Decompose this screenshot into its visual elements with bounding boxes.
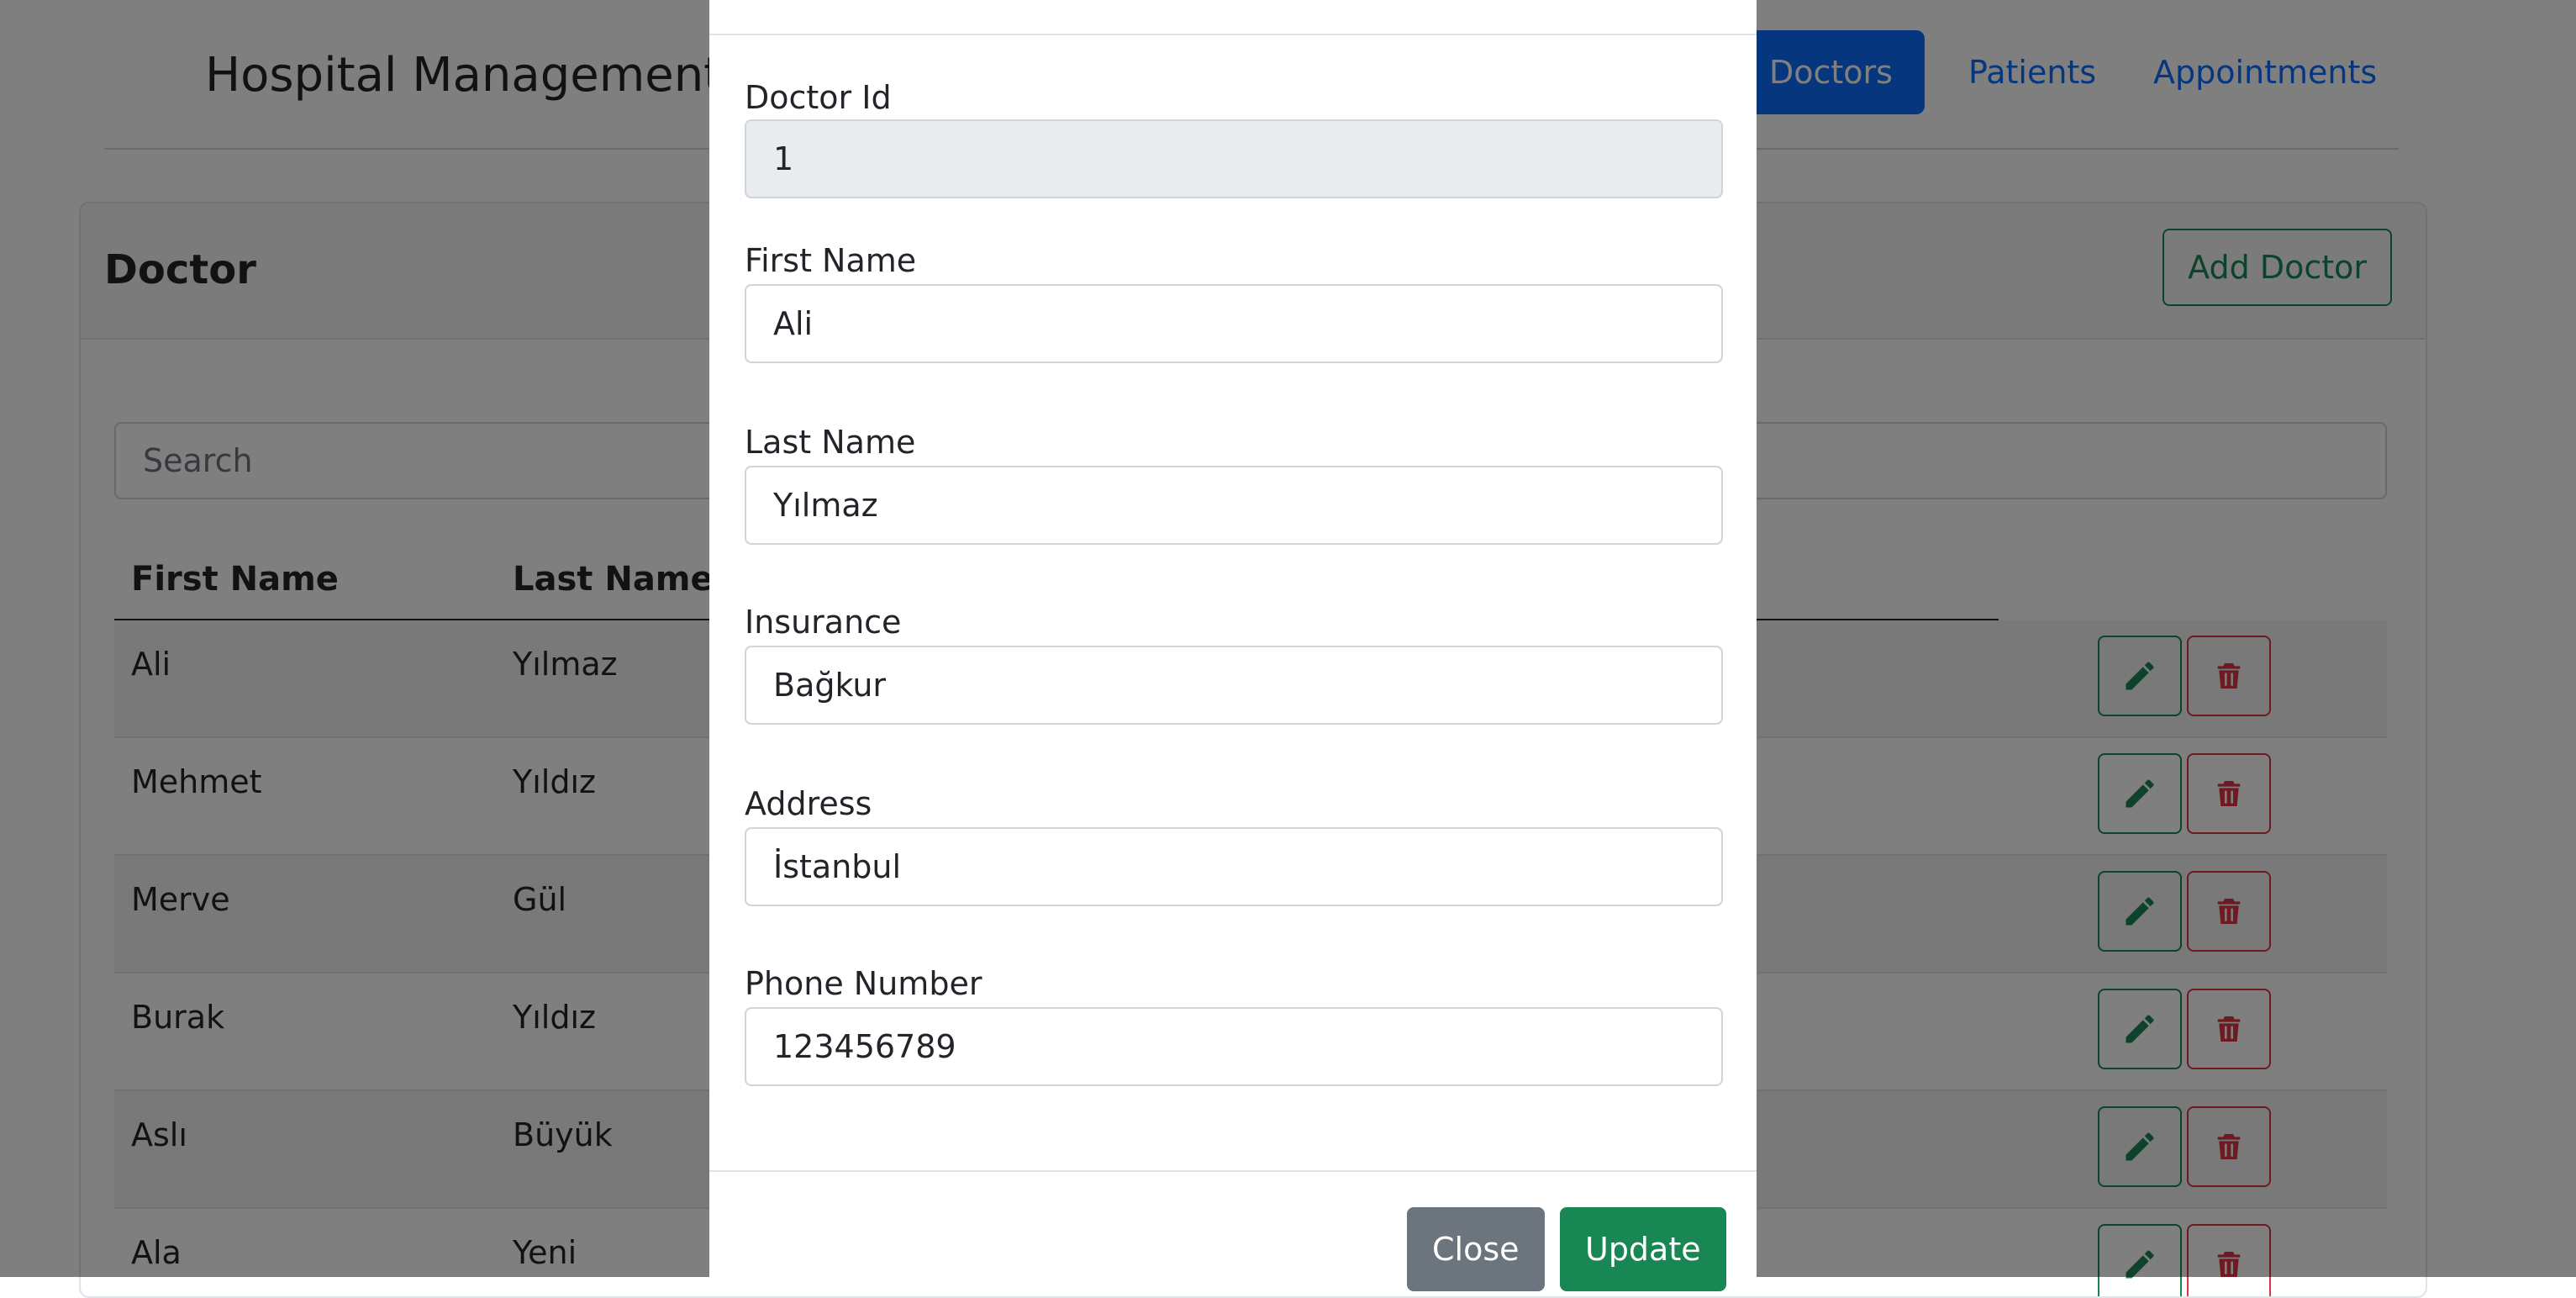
first-name-label: First Name <box>745 242 917 279</box>
first-name-field[interactable] <box>745 284 1723 363</box>
close-button[interactable]: Close <box>1407 1207 1545 1291</box>
doctor-id-field <box>745 119 1723 198</box>
last-name-field[interactable] <box>745 466 1723 545</box>
address-field[interactable] <box>745 827 1723 906</box>
insurance-label: Insurance <box>745 604 902 641</box>
edit-doctor-modal: Doctor Id First Name Last Name Insurance… <box>709 0 1757 1295</box>
modal-header-divider <box>709 34 1757 35</box>
phone-number-field[interactable] <box>745 1007 1723 1086</box>
phone-number-label: Phone Number <box>745 965 982 1002</box>
insurance-field[interactable] <box>745 646 1723 725</box>
modal-footer-divider <box>709 1170 1757 1172</box>
doctor-id-label: Doctor Id <box>745 79 892 116</box>
update-button[interactable]: Update <box>1560 1207 1726 1291</box>
address-label: Address <box>745 785 872 822</box>
last-name-label: Last Name <box>745 424 916 461</box>
